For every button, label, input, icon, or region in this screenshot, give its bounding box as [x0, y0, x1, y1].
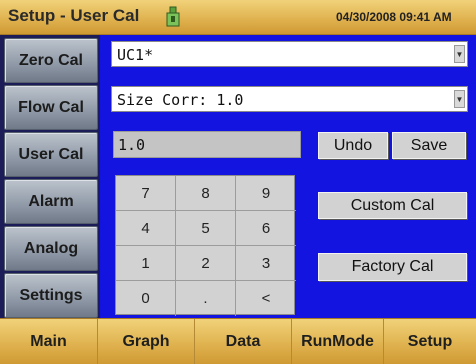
- save-button[interactable]: Save: [392, 132, 466, 159]
- size-corr-select-value: Size Corr: 1.0: [117, 91, 244, 109]
- keypad-key-8[interactable]: 8: [176, 176, 236, 211]
- tab-label: RunMode: [301, 332, 374, 350]
- chevron-down-icon[interactable]: ▼: [454, 45, 465, 63]
- title-bar: Setup - User Cal 04/30/2008 09:41 AM: [0, 0, 476, 35]
- tab-setup[interactable]: Setup: [384, 319, 476, 364]
- keypad-key-7[interactable]: 7: [116, 176, 176, 211]
- sidebar-item-zero-cal[interactable]: Zero Cal: [4, 38, 98, 83]
- undo-button-label: Undo: [333, 136, 373, 154]
- tab-label: Main: [30, 332, 67, 350]
- sidebar-item-label: Flow Cal: [18, 98, 84, 116]
- user-cal-select[interactable]: UC1* ▼: [111, 41, 468, 67]
- factory-cal-button[interactable]: Factory Cal: [318, 253, 467, 281]
- main-panel: UC1* ▼ Size Corr: 1.0 ▼ 1.0 Undo Save 7 …: [100, 35, 476, 318]
- page-title: Setup - User Cal: [8, 6, 140, 25]
- custom-cal-button[interactable]: Custom Cal: [318, 192, 467, 219]
- bottom-tab-bar: Main Graph Data RunMode Setup: [0, 318, 476, 364]
- keypad-key-0[interactable]: 0: [116, 281, 176, 316]
- sidebar-item-flow-cal[interactable]: Flow Cal: [4, 85, 98, 130]
- keypad-key-4[interactable]: 4: [116, 211, 176, 246]
- sidebar: Zero Cal Flow Cal User Cal Alarm Analog …: [0, 35, 100, 318]
- undo-button[interactable]: Undo: [318, 132, 388, 159]
- keypad-key-6[interactable]: 6: [236, 211, 296, 246]
- sidebar-item-label: Settings: [19, 286, 83, 304]
- sidebar-item-label: Analog: [23, 239, 79, 257]
- keypad-key-backspace[interactable]: <: [236, 281, 296, 316]
- user-cal-select-value: UC1*: [117, 46, 154, 64]
- tab-label: Data: [225, 332, 261, 350]
- sidebar-item-settings[interactable]: Settings: [4, 273, 98, 318]
- tab-label: Graph: [122, 332, 170, 350]
- sidebar-item-alarm[interactable]: Alarm: [4, 179, 98, 224]
- sidebar-item-analog[interactable]: Analog: [4, 226, 98, 271]
- usb-icon: [166, 6, 180, 27]
- factory-cal-button-label: Factory Cal: [351, 258, 434, 275]
- numeric-keypad: 7 8 9 4 5 6 1 2 3 0 . <: [115, 175, 296, 316]
- keypad-key-2[interactable]: 2: [176, 246, 236, 281]
- sidebar-item-label: Alarm: [28, 192, 74, 210]
- tab-runmode[interactable]: RunMode: [292, 319, 384, 364]
- save-button-label: Save: [410, 136, 448, 154]
- sidebar-item-user-cal[interactable]: User Cal: [4, 132, 98, 177]
- datetime-display: 04/30/2008 09:41 AM: [336, 10, 452, 24]
- keypad-key-1[interactable]: 1: [116, 246, 176, 281]
- keypad-key-9[interactable]: 9: [236, 176, 296, 211]
- tab-graph[interactable]: Graph: [98, 319, 195, 364]
- keypad-key-decimal[interactable]: .: [176, 281, 236, 316]
- chevron-down-icon[interactable]: ▼: [454, 90, 465, 108]
- value-input[interactable]: 1.0: [113, 131, 301, 158]
- size-corr-select[interactable]: Size Corr: 1.0 ▼: [111, 86, 468, 112]
- keypad-key-3[interactable]: 3: [236, 246, 296, 281]
- tab-label: Setup: [407, 332, 453, 350]
- keypad-key-5[interactable]: 5: [176, 211, 236, 246]
- tab-main[interactable]: Main: [0, 319, 98, 364]
- sidebar-item-label: Zero Cal: [18, 51, 83, 69]
- custom-cal-button-label: Custom Cal: [350, 196, 435, 214]
- tab-data[interactable]: Data: [195, 319, 292, 364]
- sidebar-item-label: User Cal: [18, 145, 84, 163]
